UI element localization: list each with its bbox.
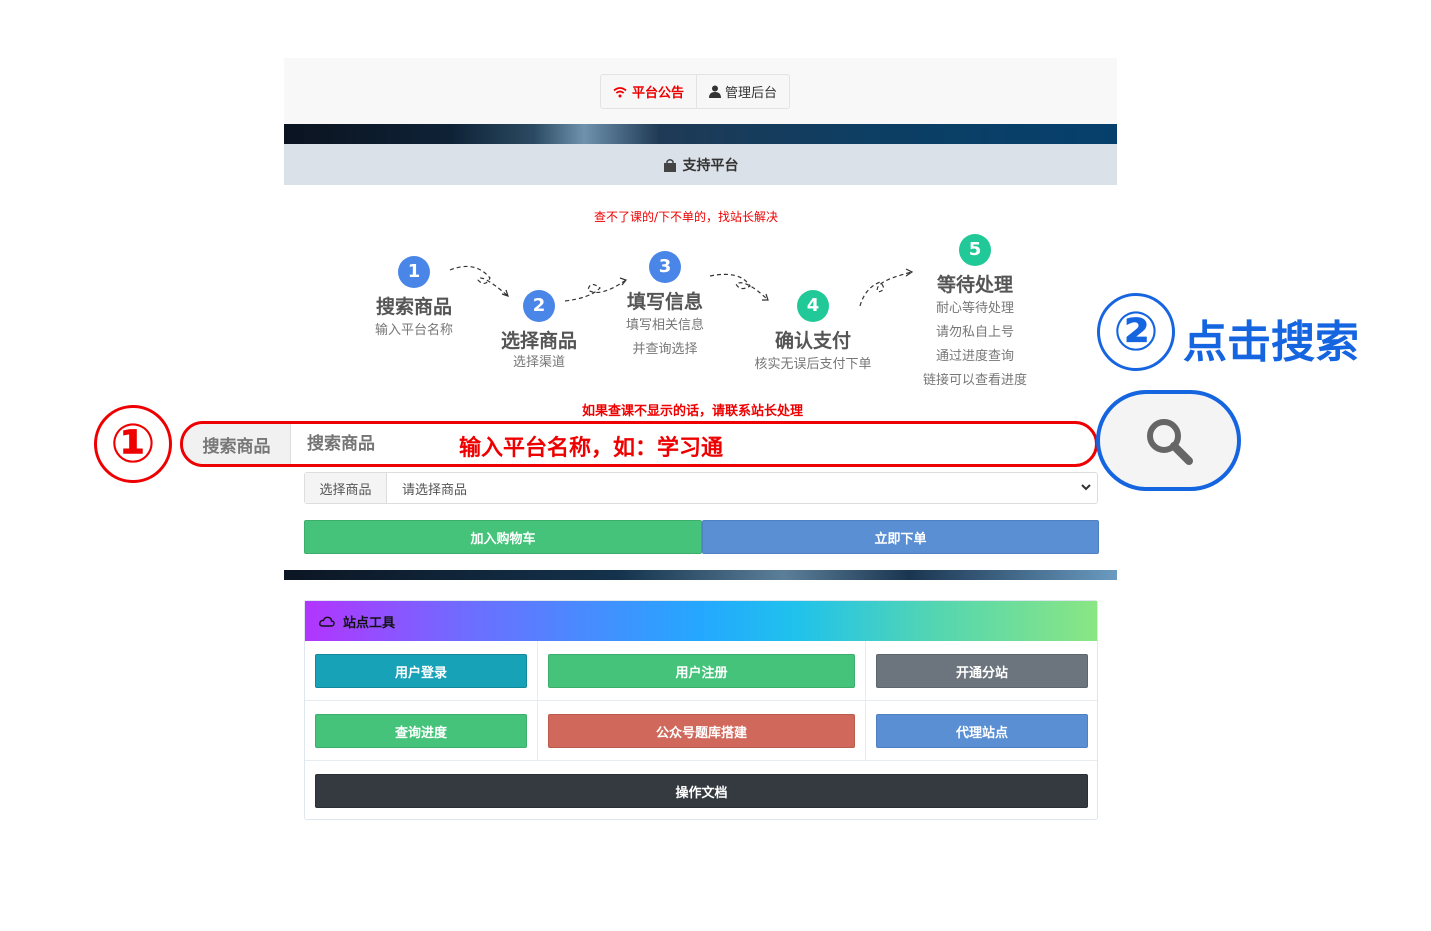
- step-desc: 通过进度查询: [935, 349, 1014, 364]
- user-icon: [709, 85, 722, 98]
- step-desc: 请勿私自上号: [935, 325, 1014, 340]
- select-value: 请选择商品: [402, 482, 468, 498]
- step-desc: 并查询选择: [632, 342, 698, 357]
- notice-contact: 如果查课不显示的话，请联系站长处理: [582, 404, 804, 419]
- site-tools-panel: 站点工具 用户登录 用户注册 开通分站 查询进度 公众号题库搭建 代理站点 操作…: [304, 600, 1098, 820]
- open-substation-button[interactable]: 开通分站: [876, 654, 1088, 688]
- add-to-cart-button[interactable]: 加入购物车: [304, 520, 702, 554]
- annotation-step-two: ②: [1097, 293, 1175, 371]
- search-row: 搜索商品 输入平台名称，如：学习通: [180, 421, 1098, 467]
- divider: [305, 760, 1097, 761]
- nav-admin[interactable]: 管理后台: [696, 75, 789, 108]
- step-number: 5: [959, 234, 991, 266]
- arrow-1-2: [449, 265, 509, 297]
- annotation-step-one: ①: [94, 405, 172, 483]
- select-label: 选择商品: [305, 473, 387, 503]
- search-input[interactable]: [291, 424, 431, 464]
- agent-site-button[interactable]: 代理站点: [876, 714, 1088, 748]
- arrow-3-4: [709, 273, 769, 301]
- support-platform-label: 支持平台: [682, 157, 739, 174]
- site-tools-header: 站点工具: [305, 601, 1097, 641]
- shopping-bag-icon: [663, 158, 677, 172]
- search-label: 搜索商品: [183, 424, 291, 464]
- user-login-button[interactable]: 用户登录: [315, 654, 527, 688]
- support-platform-bar[interactable]: 支持平台: [284, 144, 1117, 185]
- divider: [305, 700, 1097, 701]
- search-hint-annotation: 输入平台名称，如：学习通: [459, 436, 724, 461]
- step-desc: 核实无误后支付下单: [754, 357, 872, 372]
- step-number: 1: [398, 256, 430, 288]
- step-title: 确认支付: [774, 330, 851, 352]
- divider: [537, 641, 538, 760]
- nav-admin-label: 管理后台: [725, 86, 778, 101]
- operation-docs-button[interactable]: 操作文档: [315, 774, 1088, 808]
- query-progress-button[interactable]: 查询进度: [315, 714, 527, 748]
- footer-banner-image: [284, 570, 1117, 580]
- notice-top: 查不了课的/下不单的，找站长解决: [594, 210, 779, 224]
- nav-announcement[interactable]: 平台公告: [601, 75, 696, 108]
- step-desc: 链接可以查看进度: [922, 373, 1027, 388]
- search-button[interactable]: [1096, 390, 1241, 491]
- divider: [865, 641, 866, 760]
- top-navbar: 平台公告 管理后台: [284, 58, 1117, 124]
- cloud-icon: [319, 616, 335, 627]
- click-search-annotation: 点击搜索: [1183, 317, 1359, 368]
- arrow-4-5: [859, 271, 913, 307]
- wechat-question-bank-button[interactable]: 公众号题库搭建: [548, 714, 855, 748]
- arrow-2-3: [564, 279, 627, 302]
- site-tools-title: 站点工具: [343, 615, 396, 631]
- header-banner-image: [284, 124, 1117, 144]
- step-arrows: [449, 265, 914, 307]
- user-register-button[interactable]: 用户注册: [548, 654, 855, 688]
- nav-announcement-label: 平台公告: [632, 86, 685, 101]
- order-now-button[interactable]: 立即下单: [702, 520, 1099, 554]
- product-select[interactable]: 选择商品 请选择商品: [304, 472, 1098, 504]
- search-icon: [1143, 415, 1195, 467]
- wifi-icon: [613, 86, 627, 98]
- chevron-down-icon: [1081, 481, 1091, 495]
- nav-group: 平台公告 管理后台: [600, 74, 791, 109]
